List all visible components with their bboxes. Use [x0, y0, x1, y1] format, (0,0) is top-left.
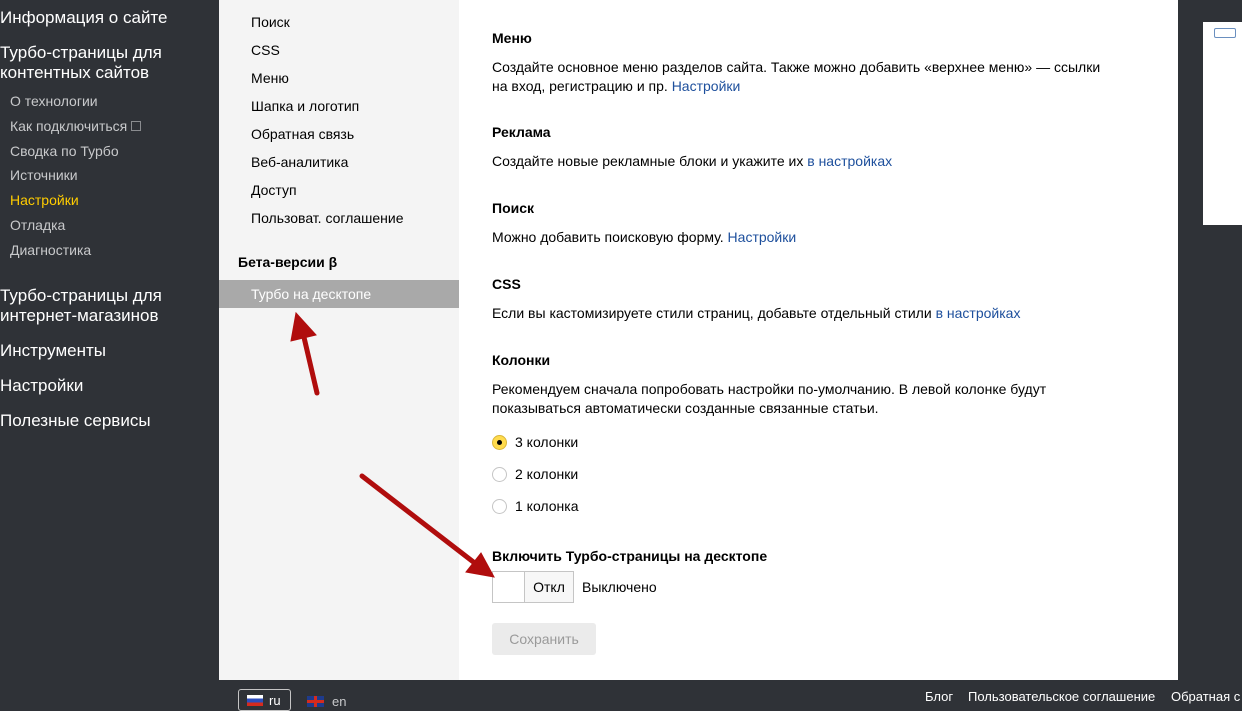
menu-description: Создайте основное меню разделов сайта. Т… — [492, 59, 1101, 94]
css-description: Если вы кастомизируете стили страниц, до… — [492, 305, 936, 321]
sidebar-item-summary[interactable]: Сводка по Турбо — [10, 142, 119, 160]
subnav-item-header-logo[interactable]: Шапка и логотип — [251, 97, 359, 115]
desktop-toggle[interactable]: Откл — [492, 571, 574, 603]
columns-section-title: Колонки — [492, 352, 551, 368]
subnav-item-turbo-desktop[interactable]: Турбо на десктопе — [219, 280, 459, 308]
footer-link-user-agreement[interactable]: Пользовательское соглашение — [968, 689, 1155, 705]
radio-label: 2 колонки — [515, 466, 579, 482]
russia-flag-icon — [247, 694, 263, 706]
lang-ru-label: ru — [269, 692, 281, 708]
radio-3-columns[interactable]: 3 колонки — [492, 432, 578, 452]
menu-section-text: Создайте основное меню разделов сайта. Т… — [492, 58, 1112, 96]
ads-section-title: Реклама — [492, 124, 551, 140]
subnav-item-user-agreement[interactable]: Пользоват. соглашение — [251, 209, 404, 227]
desktop-section-title: Включить Турбо-страницы на десктопе — [492, 548, 768, 564]
toggle-label: Откл — [533, 579, 565, 595]
search-settings-link[interactable]: Настройки — [728, 229, 797, 245]
save-button[interactable]: Сохранить — [492, 623, 596, 655]
subnav-item-search[interactable]: Поиск — [251, 13, 290, 31]
radio-unchecked-icon[interactable] — [492, 498, 507, 514]
nav-turbo-content[interactable]: Турбо-страницы для контентных сайтов — [0, 43, 162, 83]
lang-en-label: en — [332, 694, 347, 709]
nav-tools[interactable]: Инструменты — [0, 341, 106, 361]
sidebar-item-how-to-connect[interactable]: Как подключиться — [10, 117, 142, 135]
search-section-title: Поиск — [492, 200, 535, 216]
subnav-item-menu[interactable]: Меню — [251, 69, 289, 87]
left-sidebar: Информация о сайте Турбо-страницы для ко… — [0, 0, 219, 706]
sidebar-item-settings[interactable]: Настройки — [10, 191, 79, 209]
css-section-title: CSS — [492, 276, 521, 292]
nav-settings[interactable]: Настройки — [0, 376, 83, 396]
subnav-item-css[interactable]: CSS — [251, 41, 280, 59]
toggle-knob[interactable] — [493, 572, 525, 602]
settings-subnav: Поиск CSS Меню Шапка и логотип Обратная … — [219, 0, 459, 680]
radio-checked-icon[interactable] — [492, 434, 507, 450]
subnav-item-access[interactable]: Доступ — [251, 181, 297, 199]
search-description: Можно добавить поисковую форму. — [492, 229, 728, 245]
ads-settings-link[interactable]: в настройках — [807, 153, 892, 169]
beta-heading: Бета-версии β — [238, 254, 338, 270]
css-section-text: Если вы кастомизируете стили страниц, до… — [492, 304, 1112, 323]
sidebar-item-diagnostics[interactable]: Диагностика — [10, 241, 91, 259]
sidebar-item-about[interactable]: О технологии — [10, 92, 98, 110]
settings-content: Меню Создайте основное меню разделов сай… — [459, 0, 1178, 680]
nav-site-info[interactable]: Информация о сайте — [0, 8, 168, 28]
menu-settings-link[interactable]: Настройки — [672, 78, 741, 94]
toggle-state-text: Выключено — [582, 579, 657, 595]
sidebar-item-label: Как подключиться — [10, 118, 128, 134]
css-settings-link[interactable]: в настройках — [936, 305, 1021, 321]
radio-unchecked-icon[interactable] — [492, 466, 507, 482]
search-section-text: Можно добавить поисковую форму. Настройк… — [492, 228, 1112, 247]
columns-section-text: Рекомендуем сначала попробовать настройк… — [492, 381, 1047, 416]
menu-section-title: Меню — [492, 30, 532, 46]
external-link-icon — [131, 121, 142, 132]
ads-description: Создайте новые рекламные блоки и укажите… — [492, 153, 808, 169]
nav-useful-services[interactable]: Полезные сервисы — [0, 411, 151, 431]
ads-section-text: Создайте новые рекламные блоки и укажите… — [492, 152, 1112, 171]
radio-1-column[interactable]: 1 колонка — [492, 496, 579, 516]
sidebar-item-debug[interactable]: Отладка — [10, 216, 65, 234]
subnav-item-label: Турбо на десктопе — [251, 286, 372, 302]
subnav-item-partial — [251, 0, 255, 8]
radio-2-columns[interactable]: 2 колонки — [492, 464, 578, 484]
lang-switch-ru[interactable]: ru — [238, 689, 291, 711]
preview-panel — [1203, 22, 1242, 225]
nav-turbo-shops[interactable]: Турбо-страницы для интернет-магазинов — [0, 286, 162, 326]
radio-label: 1 колонка — [515, 498, 579, 514]
subnav-item-feedback[interactable]: Обратная связь — [251, 125, 354, 143]
subnav-item-analytics[interactable]: Веб-аналитика — [251, 153, 348, 171]
uk-flag-icon — [307, 696, 324, 707]
radio-label: 3 колонки — [515, 434, 579, 450]
sidebar-item-sources[interactable]: Источники — [10, 166, 78, 184]
preview-logo-icon — [1214, 28, 1236, 38]
footer-link-feedback[interactable]: Обратная с — [1171, 689, 1240, 705]
lang-switch-en[interactable]: en — [307, 694, 346, 709]
footer-link-blog[interactable]: Блог — [925, 689, 953, 705]
